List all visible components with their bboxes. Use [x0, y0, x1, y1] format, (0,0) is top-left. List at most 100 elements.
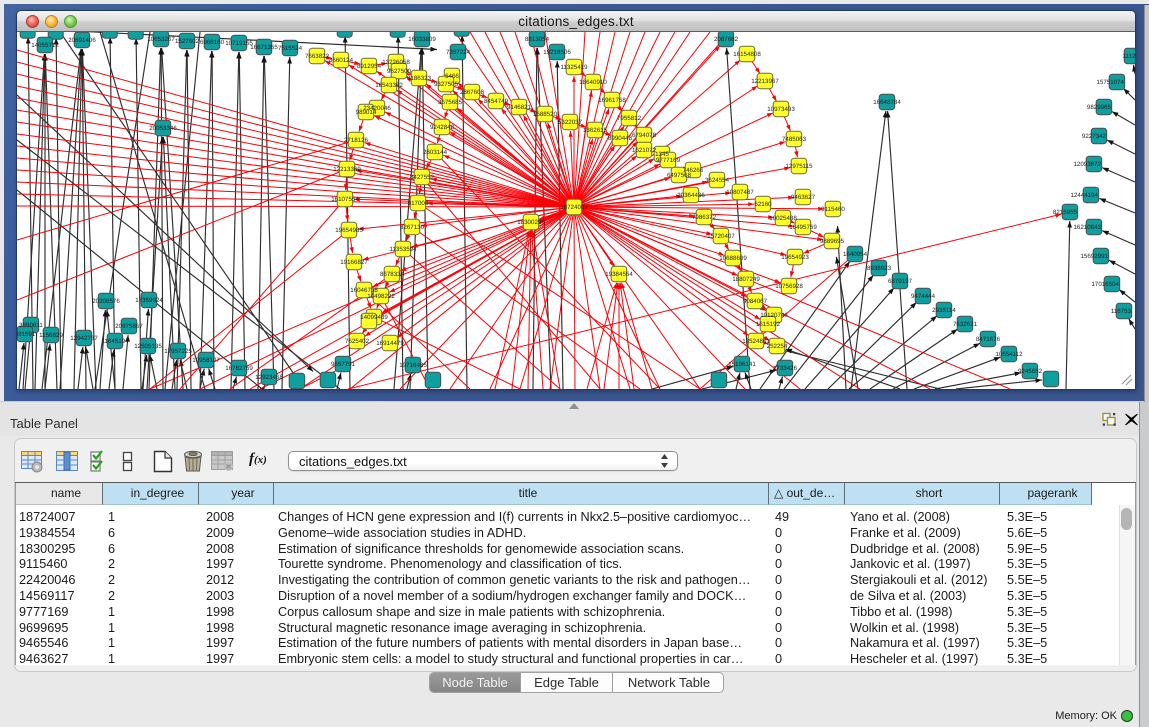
svg-text:16914479: 16914479 [376, 340, 404, 347]
svg-text:9327505: 9327505 [434, 81, 459, 88]
svg-text:2718126: 2718126 [344, 137, 369, 144]
svg-text:391591: 391591 [17, 331, 36, 338]
svg-text:16961758: 16961758 [598, 97, 626, 104]
svg-text:12213967: 12213967 [751, 78, 779, 85]
svg-text:12923468: 12923468 [255, 374, 283, 381]
svg-text:116753: 116753 [1111, 308, 1132, 315]
svg-text:9227342: 9227342 [1082, 133, 1107, 140]
svg-text:18724007: 18724007 [560, 204, 588, 211]
svg-text:9627500: 9627500 [387, 68, 412, 75]
svg-text:5466: 5466 [445, 73, 459, 80]
svg-text:14498222: 14498222 [367, 293, 395, 300]
svg-text:10688609: 10688609 [719, 255, 747, 262]
svg-text:7625402: 7625402 [345, 338, 370, 345]
svg-text:5322037: 5322037 [558, 119, 583, 126]
svg-text:6794078: 6794078 [632, 132, 657, 139]
svg-text:9115460: 9115460 [821, 206, 845, 213]
svg-text:8813054: 8813054 [525, 36, 550, 43]
svg-text:13226058: 13226058 [382, 59, 410, 66]
svg-text:9245652: 9245652 [1018, 368, 1043, 375]
svg-text:9146821: 9146821 [507, 104, 532, 111]
svg-text:8186323: 8186323 [407, 75, 432, 82]
svg-text:8938923: 8938923 [867, 265, 892, 272]
svg-text:10120746: 10120746 [760, 312, 788, 319]
svg-text:15692991: 15692991 [1080, 253, 1108, 260]
svg-text:9777169: 9777169 [656, 157, 681, 164]
svg-text:10958107: 10958107 [192, 357, 220, 364]
svg-text:252254: 252254 [767, 343, 788, 350]
svg-text:7632621: 7632621 [953, 321, 978, 328]
svg-text:8215955: 8215955 [1053, 209, 1078, 216]
svg-text:9084067: 9084067 [743, 298, 768, 305]
svg-text:16543362: 16543362 [375, 82, 403, 89]
svg-text:9829965: 9829965 [1087, 104, 1112, 111]
svg-text:1733426: 1733426 [773, 365, 798, 372]
svg-text:1362615: 1362615 [583, 127, 608, 134]
svg-text:14099489: 14099489 [360, 314, 388, 321]
svg-text:11353594: 11353594 [389, 246, 417, 253]
svg-text:10807487: 10807487 [726, 189, 754, 196]
svg-text:17957225: 17957225 [164, 348, 192, 355]
svg-text:17359924: 17359924 [135, 297, 163, 304]
svg-text:989014: 989014 [356, 109, 377, 116]
svg-text:15720407: 15720407 [707, 233, 735, 240]
svg-text:12942737: 12942737 [70, 335, 98, 342]
svg-text:8990448: 8990448 [608, 135, 633, 142]
svg-text:11645194: 11645194 [101, 338, 129, 345]
svg-text:10719155: 10719155 [225, 40, 253, 47]
svg-text:6879197: 6879197 [888, 278, 913, 285]
svg-text:1621072: 1621072 [632, 147, 657, 154]
svg-text:11123: 11123 [1123, 53, 1135, 60]
svg-text:7357224: 7357224 [446, 49, 471, 56]
svg-text:8267130: 8267130 [400, 224, 425, 231]
svg-text:12505135: 12505135 [134, 343, 162, 350]
svg-text:16154808: 16154808 [733, 51, 761, 58]
svg-text:18807249: 18807249 [732, 276, 760, 283]
svg-text:9657791: 9657791 [331, 361, 356, 368]
svg-text:917006: 917006 [408, 200, 429, 207]
svg-text:7515524: 7515524 [278, 45, 303, 52]
svg-text:12093872: 12093872 [1073, 161, 1101, 168]
svg-text:9242848: 9242848 [430, 124, 455, 131]
svg-text:12975115: 12975115 [785, 163, 813, 170]
svg-text:8471676: 8471676 [976, 336, 1001, 343]
svg-text:10756928: 10756928 [775, 283, 803, 290]
svg-text:16648784: 16648784 [873, 99, 901, 106]
svg-text:16671355: 16671355 [250, 44, 278, 51]
svg-text:20206576: 20206576 [92, 298, 120, 305]
svg-text:3624554: 3624554 [705, 177, 730, 184]
svg-text:15751074: 15751074 [1096, 79, 1124, 86]
svg-text:16210643: 16210643 [1073, 224, 1101, 231]
svg-text:14055712: 14055712 [31, 42, 59, 49]
svg-text:1588520: 1588520 [533, 111, 558, 118]
svg-text:19384554: 19384554 [605, 271, 633, 278]
svg-text:8912954: 8912954 [357, 63, 382, 70]
svg-text:19716485: 19716485 [399, 362, 427, 369]
svg-text:2803144: 2803144 [423, 149, 448, 156]
svg-text:62160: 62160 [754, 201, 772, 208]
svg-text:10025488: 10025488 [769, 215, 797, 222]
svg-text:3675685: 3675685 [438, 99, 463, 106]
svg-text:15196141: 15196141 [728, 361, 756, 368]
svg-text:6966160: 6966160 [200, 39, 225, 46]
svg-text:1527602: 1527602 [175, 38, 200, 45]
svg-text:1156829: 1156829 [39, 332, 63, 339]
svg-text:19654923: 19654923 [781, 254, 809, 261]
svg-text:9889695: 9889695 [820, 238, 845, 245]
svg-text:2935114: 2935114 [932, 307, 956, 314]
svg-text:7986372: 7986372 [692, 214, 717, 221]
svg-text:11325419: 11325419 [560, 64, 588, 71]
svg-text:1615192: 1615192 [756, 321, 781, 328]
svg-text:16782759: 16782759 [225, 365, 253, 372]
svg-text:10973493: 10973493 [767, 106, 795, 113]
svg-text:8678334: 8678334 [380, 271, 405, 278]
svg-text:8454749: 8454749 [484, 98, 509, 105]
svg-text:18300295: 18300295 [517, 219, 545, 226]
svg-text:20975867: 20975867 [115, 323, 143, 330]
svg-text:2867608: 2867608 [460, 89, 485, 96]
svg-text:20364436: 20364436 [677, 192, 705, 199]
svg-text:19218506: 19218506 [543, 49, 571, 56]
svg-text:20053346: 20053346 [149, 125, 177, 132]
svg-text:9474444: 9474444 [911, 293, 936, 300]
svg-text:10654112: 10654112 [995, 351, 1023, 358]
